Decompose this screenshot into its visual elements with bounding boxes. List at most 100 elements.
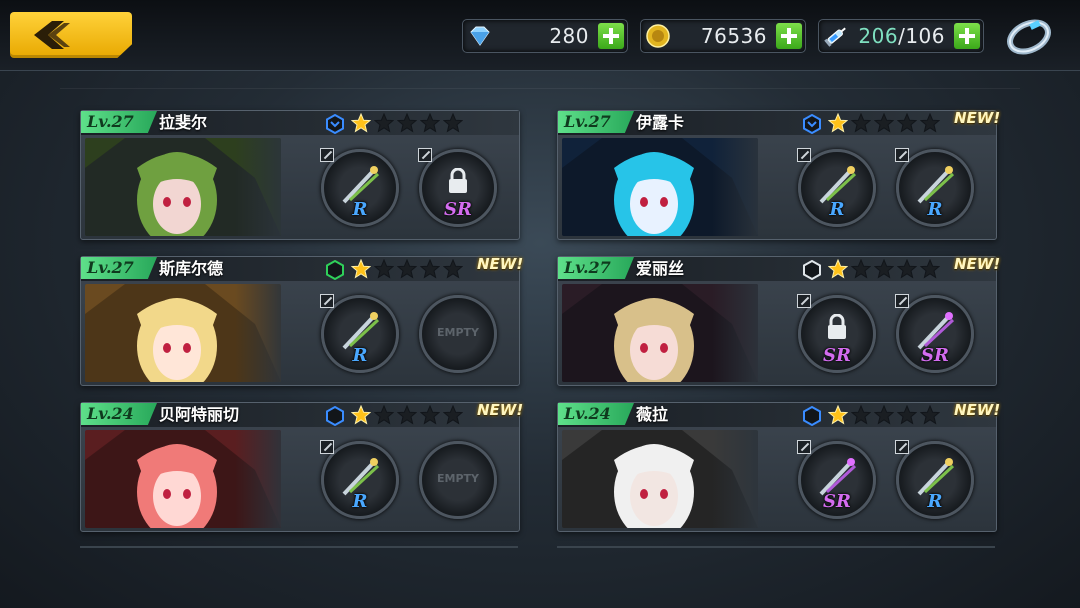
- star-empty-icon: [874, 113, 894, 133]
- character-portrait: [85, 284, 281, 382]
- rarity-label: SR: [823, 345, 851, 366]
- character-name: 薇拉: [636, 405, 669, 424]
- level-badge: Lv.24: [558, 403, 634, 425]
- equipment-slot[interactable]: R: [320, 294, 399, 373]
- new-badge: NEW!: [477, 255, 524, 273]
- character-card[interactable]: Lv.24 贝阿特丽切 NEW! R EMPTY: [80, 401, 524, 532]
- rarity-label: R: [352, 345, 368, 366]
- star-empty-icon: [420, 113, 440, 133]
- gold-value: 76536: [700, 24, 767, 48]
- rank-hexagon-icon: [803, 406, 821, 426]
- equip-toggle-icon[interactable]: [797, 440, 811, 454]
- star-rating: [351, 405, 463, 427]
- star-empty-icon: [374, 405, 394, 425]
- character-card[interactable]: Lv.27 拉斐尔 R SR: [80, 110, 520, 240]
- star-rating: [351, 259, 463, 281]
- equip-toggle-icon[interactable]: [320, 148, 334, 162]
- rank-hexagon-icon: [326, 114, 344, 134]
- star-filled-icon: [351, 259, 371, 279]
- equip-toggle-icon[interactable]: [320, 294, 334, 308]
- star-empty-icon: [443, 259, 463, 279]
- star-empty-icon: [420, 405, 440, 425]
- rank-hexagon-icon: [326, 260, 344, 280]
- character-name: 爱丽丝: [636, 259, 685, 278]
- star-empty-icon: [851, 113, 871, 133]
- equip-toggle-icon[interactable]: [418, 148, 432, 162]
- stamina-value: 206/106: [858, 24, 945, 48]
- equipment-slot[interactable]: R: [895, 440, 974, 519]
- equipment-slot[interactable]: SR: [797, 294, 876, 373]
- rank-hexagon-icon: [803, 114, 821, 134]
- star-empty-icon: [897, 259, 917, 279]
- equipment-slot[interactable]: R: [797, 148, 876, 227]
- rank-hexagon-icon: [326, 406, 344, 426]
- new-badge: NEW!: [954, 401, 1001, 419]
- star-empty-icon: [397, 405, 417, 425]
- divider: [557, 546, 995, 548]
- star-empty-icon: [397, 113, 417, 133]
- character-portrait: [562, 138, 758, 236]
- star-empty-icon: [920, 405, 940, 425]
- equip-toggle-icon[interactable]: [895, 294, 909, 308]
- level-badge: Lv.27: [558, 257, 634, 279]
- star-empty-icon: [920, 113, 940, 133]
- level-badge: Lv.24: [81, 403, 157, 425]
- ring-icon[interactable]: [1004, 16, 1054, 58]
- equipment-slot[interactable]: R: [320, 440, 399, 519]
- equipment-slot-empty[interactable]: EMPTY: [419, 441, 497, 519]
- star-empty-icon: [897, 113, 917, 133]
- lock-icon: [828, 314, 846, 339]
- syringe-icon: [824, 27, 846, 47]
- character-portrait: [562, 284, 758, 382]
- star-empty-icon: [920, 259, 940, 279]
- equip-toggle-icon[interactable]: [895, 148, 909, 162]
- rarity-label: R: [927, 491, 943, 512]
- star-rating: [828, 259, 940, 281]
- character-card[interactable]: Lv.27 爱丽丝 NEW! SR SR: [557, 255, 1001, 386]
- equip-toggle-icon[interactable]: [320, 440, 334, 454]
- new-badge: NEW!: [954, 109, 1001, 127]
- equipment-slot[interactable]: SR: [418, 148, 497, 227]
- back-button[interactable]: [10, 12, 132, 58]
- star-filled-icon: [828, 405, 848, 425]
- star-empty-icon: [851, 259, 871, 279]
- empty-label: EMPTY: [437, 472, 479, 485]
- rarity-label: SR: [921, 345, 949, 366]
- star-filled-icon: [351, 405, 371, 425]
- equip-toggle-icon[interactable]: [895, 440, 909, 454]
- equipment-slot[interactable]: R: [320, 148, 399, 227]
- character-portrait: [562, 430, 758, 528]
- equip-toggle-icon[interactable]: [797, 294, 811, 308]
- diamond-value: 280: [549, 24, 589, 48]
- character-name: 斯库尔德: [159, 259, 224, 278]
- level-badge: Lv.27: [81, 111, 157, 133]
- rarity-label: R: [352, 491, 368, 512]
- equipment-slot[interactable]: SR: [797, 440, 876, 519]
- equip-toggle-icon[interactable]: [797, 148, 811, 162]
- add-diamonds-button[interactable]: [598, 23, 624, 49]
- equipment-slot[interactable]: SR: [895, 294, 974, 373]
- character-card[interactable]: Lv.27 斯库尔德 NEW! R EMPTY: [80, 255, 524, 386]
- diamond-counter: 280: [462, 19, 628, 53]
- star-empty-icon: [897, 405, 917, 425]
- character-name: 拉斐尔: [159, 113, 208, 132]
- rarity-label: SR: [823, 491, 851, 512]
- add-stamina-button[interactable]: [954, 23, 980, 49]
- gold-coin-icon: [646, 24, 670, 48]
- chevron-left-icon: [34, 21, 70, 49]
- star-empty-icon: [374, 259, 394, 279]
- rank-hexagon-icon: [803, 260, 821, 280]
- character-card[interactable]: Lv.24 薇拉 NEW! SR R: [557, 401, 1001, 532]
- gold-counter: 76536: [640, 19, 806, 53]
- stamina-max: /106: [898, 24, 945, 48]
- level-badge: Lv.27: [558, 111, 634, 133]
- star-empty-icon: [374, 113, 394, 133]
- add-gold-button[interactable]: [776, 23, 802, 49]
- star-filled-icon: [351, 113, 371, 133]
- diamond-icon: [470, 26, 490, 46]
- new-badge: NEW!: [477, 401, 524, 419]
- new-badge: NEW!: [954, 255, 1001, 273]
- equipment-slot[interactable]: R: [895, 148, 974, 227]
- equipment-slot-empty[interactable]: EMPTY: [419, 295, 497, 373]
- character-card[interactable]: Lv.27 伊露卡 NEW! R R: [557, 109, 1001, 240]
